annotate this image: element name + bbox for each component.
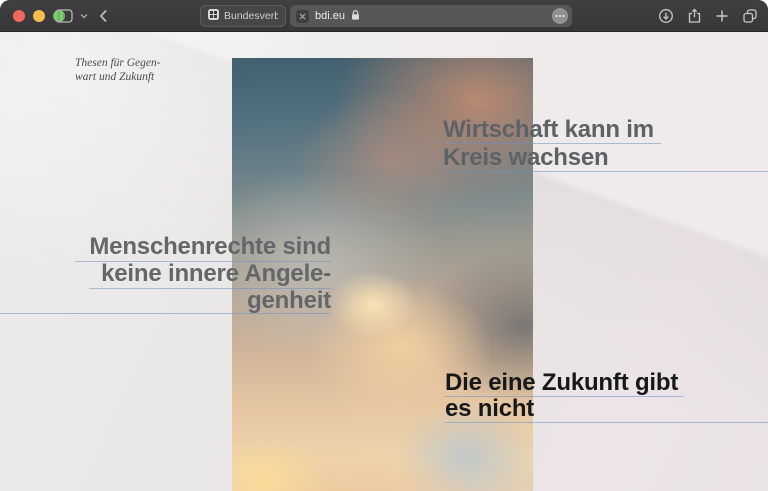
tab-bundesverband[interactable]: Bundesverband… — [200, 5, 286, 27]
back-icon[interactable] — [99, 9, 108, 23]
safari-window: Bundesverband… bdi.eu — [0, 0, 768, 491]
bdi-favicon-icon — [208, 9, 219, 23]
chevron-down-icon[interactable] — [80, 13, 88, 19]
thesis-link-zukunft[interactable]: Die eine Zukunft gibt es nicht — [445, 370, 678, 422]
thesis-line: Menschenrechte sind — [71, 233, 331, 260]
close-tab-icon[interactable] — [296, 10, 309, 23]
page-kicker: Thesen für Gegen- wart und Zukunft — [75, 57, 161, 84]
thesis-link-wirtschaft[interactable]: Wirtschaft kann im Kreis wachsen — [443, 116, 654, 172]
tab-bdi-eu-active[interactable]: bdi.eu — [290, 5, 572, 27]
thesis-line: keine innere Angele- — [71, 260, 331, 287]
toolbar-actions — [658, 8, 758, 24]
thesis-line: Die eine Zukunft gibt — [445, 370, 678, 396]
window-close-button[interactable] — [13, 10, 25, 22]
window-minimize-button[interactable] — [33, 10, 45, 22]
thesis-line: Kreis wachsen — [443, 144, 654, 172]
share-icon[interactable] — [687, 8, 702, 24]
thesis-line: genheit — [71, 287, 331, 314]
tab-title: Bundesverband… — [224, 10, 278, 22]
kicker-line: wart und Zukunft — [75, 71, 161, 85]
kicker-line: Thesen für Gegen- — [75, 57, 161, 71]
sidebar-icon[interactable] — [55, 9, 73, 23]
downloads-icon[interactable] — [658, 8, 674, 24]
new-tab-icon[interactable] — [715, 9, 729, 23]
tab-overview-icon[interactable] — [742, 8, 758, 24]
thesis-link-menschenrechte[interactable]: Menschenrechte sind keine innere Angele-… — [71, 233, 331, 314]
ellipsis-icon[interactable] — [552, 8, 568, 24]
nav-controls — [55, 6, 108, 26]
thesis-underline — [445, 422, 768, 423]
browser-toolbar: Bundesverband… bdi.eu — [0, 0, 768, 32]
tab-url: bdi.eu — [315, 10, 345, 22]
webpage-viewport: Thesen für Gegen- wart und Zukunft Wirts… — [0, 32, 768, 491]
thesis-line: es nicht — [445, 396, 678, 422]
lock-icon — [351, 9, 360, 24]
thesis-line: Wirtschaft kann im — [443, 116, 654, 144]
